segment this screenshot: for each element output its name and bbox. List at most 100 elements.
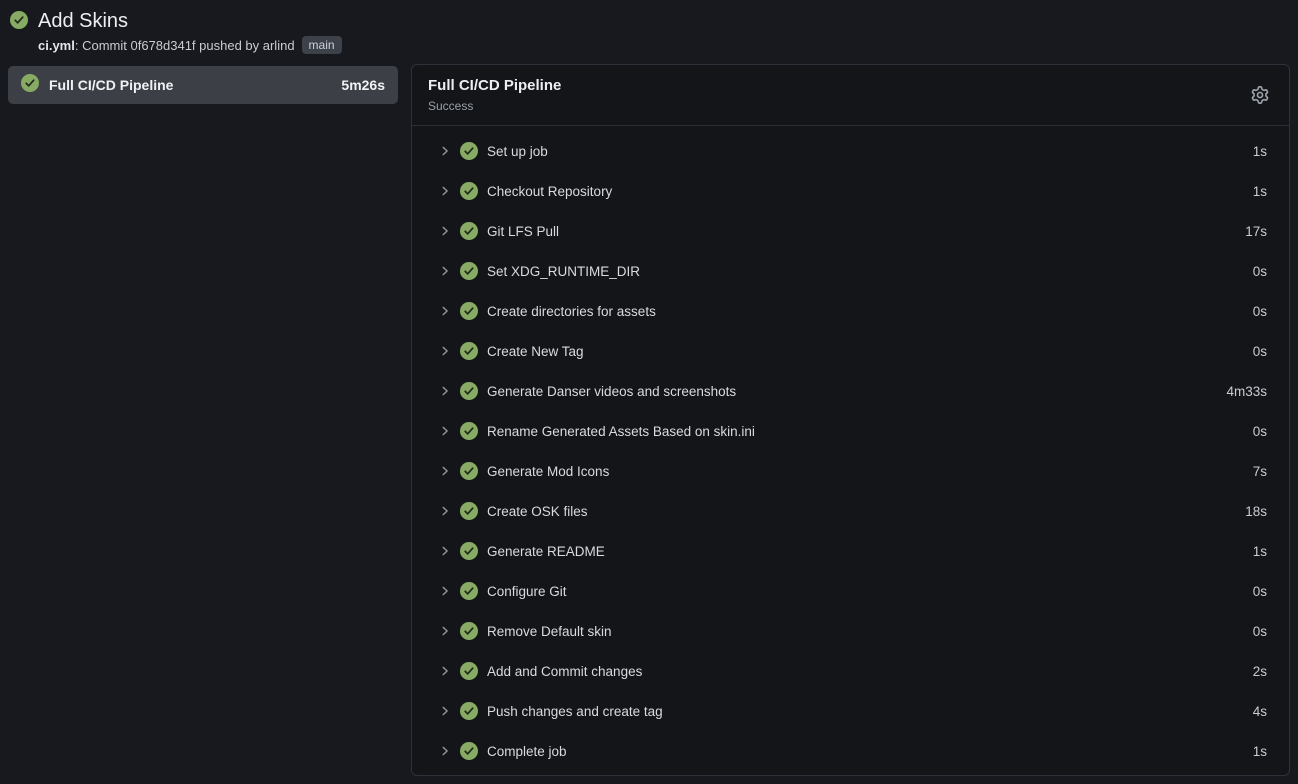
success-check-icon xyxy=(460,462,478,480)
job-duration: 5m26s xyxy=(341,77,385,93)
success-check-icon xyxy=(460,142,478,160)
step-row[interactable]: Configure Git 0s xyxy=(412,571,1289,611)
run-header: Add Skins ci.yml: Commit 0f678d341f push… xyxy=(0,0,1298,54)
success-check-icon xyxy=(460,502,478,520)
chevron-right-icon xyxy=(439,225,451,237)
job-panel-header: Full CI/CD Pipeline Success xyxy=(412,65,1289,126)
step-name: Generate Danser videos and screenshots xyxy=(487,384,1217,399)
step-name: Git LFS Pull xyxy=(487,224,1236,239)
chevron-right-icon xyxy=(439,585,451,597)
success-check-icon xyxy=(460,182,478,200)
success-check-icon xyxy=(460,422,478,440)
success-check-icon xyxy=(460,382,478,400)
step-row[interactable]: Create OSK files 18s xyxy=(412,491,1289,531)
step-row[interactable]: Generate Mod Icons 7s xyxy=(412,451,1289,491)
chevron-right-icon xyxy=(439,505,451,517)
step-name: Generate README xyxy=(487,544,1244,559)
success-check-icon xyxy=(460,182,478,200)
success-check-icon xyxy=(460,622,478,640)
success-check-icon xyxy=(460,422,478,440)
success-check-icon xyxy=(460,702,478,720)
step-duration: 0s xyxy=(1253,264,1267,279)
step-name: Configure Git xyxy=(487,584,1244,599)
chevron-right-icon xyxy=(439,425,451,437)
chevron-right-icon xyxy=(439,145,451,157)
step-row[interactable]: Complete job 1s xyxy=(412,731,1289,771)
success-check-icon xyxy=(460,582,478,600)
run-header-text: Add Skins ci.yml: Commit 0f678d341f push… xyxy=(38,9,342,54)
step-duration: 1s xyxy=(1253,144,1267,159)
success-check-icon xyxy=(460,662,478,680)
step-row[interactable]: Generate README 1s xyxy=(412,531,1289,571)
chevron-right-icon xyxy=(439,185,451,197)
chevron-right-icon xyxy=(439,265,451,277)
step-name: Rename Generated Assets Based on skin.in… xyxy=(487,424,1244,439)
steps-list: Set up job 1s Checkout Repository 1s Git… xyxy=(412,126,1289,775)
success-check-icon xyxy=(460,342,478,360)
sidebar-job-item[interactable]: Full CI/CD Pipeline 5m26s xyxy=(8,66,398,104)
run-content: Full CI/CD Pipeline 5m26s Full CI/CD Pip… xyxy=(0,64,1298,776)
run-status-icon xyxy=(10,11,28,34)
job-panel: Full CI/CD Pipeline Success Set up job 1… xyxy=(411,64,1290,776)
step-name: Set up job xyxy=(487,144,1244,159)
step-name: Checkout Repository xyxy=(487,184,1244,199)
chevron-right-icon xyxy=(439,385,451,397)
success-check-icon xyxy=(460,342,478,360)
success-check-icon xyxy=(460,222,478,240)
step-row[interactable]: Add and Commit changes 2s xyxy=(412,651,1289,691)
branch-badge[interactable]: main xyxy=(302,36,342,54)
success-check-icon xyxy=(460,502,478,520)
chevron-right-icon xyxy=(439,545,451,557)
step-row[interactable]: Checkout Repository 1s xyxy=(412,171,1289,211)
chevron-right-icon xyxy=(439,305,451,317)
success-check-icon xyxy=(460,142,478,160)
success-check-icon xyxy=(460,222,478,240)
step-name: Create directories for assets xyxy=(487,304,1244,319)
success-check-icon xyxy=(460,302,478,320)
step-name: Set XDG_RUNTIME_DIR xyxy=(487,264,1244,279)
success-check-icon xyxy=(460,662,478,680)
step-name: Create OSK files xyxy=(487,504,1236,519)
step-duration: 0s xyxy=(1253,304,1267,319)
step-row[interactable]: Generate Danser videos and screenshots 4… xyxy=(412,371,1289,411)
step-row[interactable]: Rename Generated Assets Based on skin.in… xyxy=(412,411,1289,451)
step-row[interactable]: Git LFS Pull 17s xyxy=(412,211,1289,251)
step-name: Create New Tag xyxy=(487,344,1244,359)
workflow-file-name: ci.yml xyxy=(38,38,75,53)
success-check-icon xyxy=(460,382,478,400)
job-panel-title: Full CI/CD Pipeline xyxy=(428,76,561,95)
step-name: Remove Default skin xyxy=(487,624,1244,639)
job-name: Full CI/CD Pipeline xyxy=(49,77,331,93)
success-check-icon xyxy=(460,742,478,760)
step-duration: 17s xyxy=(1245,224,1267,239)
success-check-icon xyxy=(460,582,478,600)
step-name: Push changes and create tag xyxy=(487,704,1244,719)
step-duration: 4m33s xyxy=(1226,384,1267,399)
step-row[interactable]: Create directories for assets 0s xyxy=(412,291,1289,331)
success-check-icon xyxy=(460,262,478,280)
step-duration: 4s xyxy=(1253,704,1267,719)
commit-message: ci.yml: Commit 0f678d341f pushed by arli… xyxy=(38,37,295,54)
run-subtitle: ci.yml: Commit 0f678d341f pushed by arli… xyxy=(38,36,342,54)
success-check-icon xyxy=(460,542,478,560)
step-name: Complete job xyxy=(487,744,1244,759)
step-row[interactable]: Create New Tag 0s xyxy=(412,331,1289,371)
step-duration: 18s xyxy=(1245,504,1267,519)
success-check-icon xyxy=(460,302,478,320)
job-settings-button[interactable] xyxy=(1247,82,1273,108)
step-row[interactable]: Set up job 1s xyxy=(412,131,1289,171)
step-row[interactable]: Push changes and create tag 4s xyxy=(412,691,1289,731)
chevron-right-icon xyxy=(439,625,451,637)
chevron-right-icon xyxy=(439,665,451,677)
step-row[interactable]: Remove Default skin 0s xyxy=(412,611,1289,651)
step-duration: 1s xyxy=(1253,744,1267,759)
chevron-right-icon xyxy=(439,745,451,757)
job-status-text: Success xyxy=(428,99,561,113)
job-panel-header-text: Full CI/CD Pipeline Success xyxy=(428,76,561,113)
step-duration: 0s xyxy=(1253,624,1267,639)
success-check-icon xyxy=(460,462,478,480)
success-check-icon xyxy=(460,702,478,720)
chevron-right-icon xyxy=(439,345,451,357)
step-duration: 0s xyxy=(1253,584,1267,599)
step-row[interactable]: Set XDG_RUNTIME_DIR 0s xyxy=(412,251,1289,291)
